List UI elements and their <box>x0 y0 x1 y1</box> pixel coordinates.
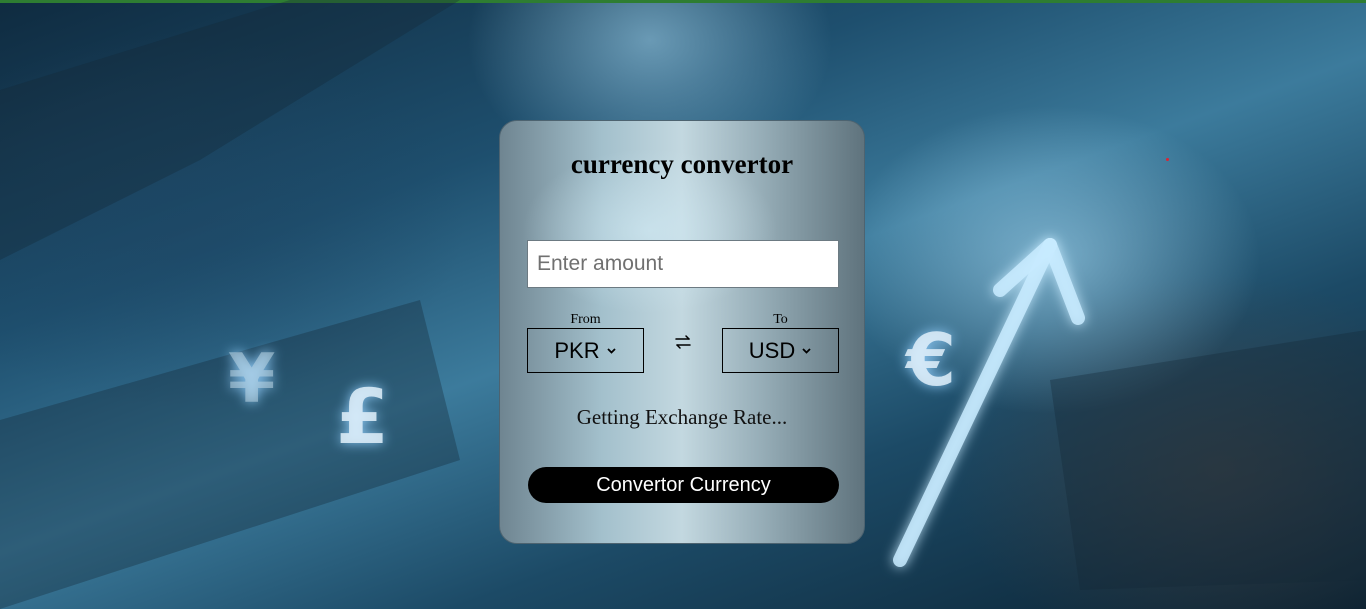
to-label: To <box>773 312 788 327</box>
page: { "app": { "title": "currency convertor"… <box>0 0 1366 609</box>
convert-currency-button[interactable]: Convertor Currency <box>528 467 839 503</box>
red-dot-decoration <box>1166 158 1169 161</box>
from-currency-value: PKR <box>554 337 600 363</box>
yen-symbol-decoration: ¥ <box>228 340 276 419</box>
swap-arrows-icon[interactable] <box>672 333 694 351</box>
amount-input[interactable] <box>527 240 839 288</box>
chevron-down-icon <box>606 348 616 354</box>
to-currency-select[interactable]: USD <box>722 328 839 373</box>
to-currency-value: USD <box>748 337 796 363</box>
pound-symbol-decoration: £ <box>336 372 389 461</box>
from-label: From <box>570 312 601 327</box>
exchange-rate-text: Getting Exchange Rate... <box>576 405 788 429</box>
chevron-down-icon <box>802 348 811 354</box>
from-currency-select[interactable]: PKR <box>527 328 644 373</box>
converter-card: currency convertor From To PKR USD Getti… <box>499 120 865 544</box>
euro-symbol-decoration: € <box>906 318 957 402</box>
page-title: currency convertor <box>570 149 794 179</box>
